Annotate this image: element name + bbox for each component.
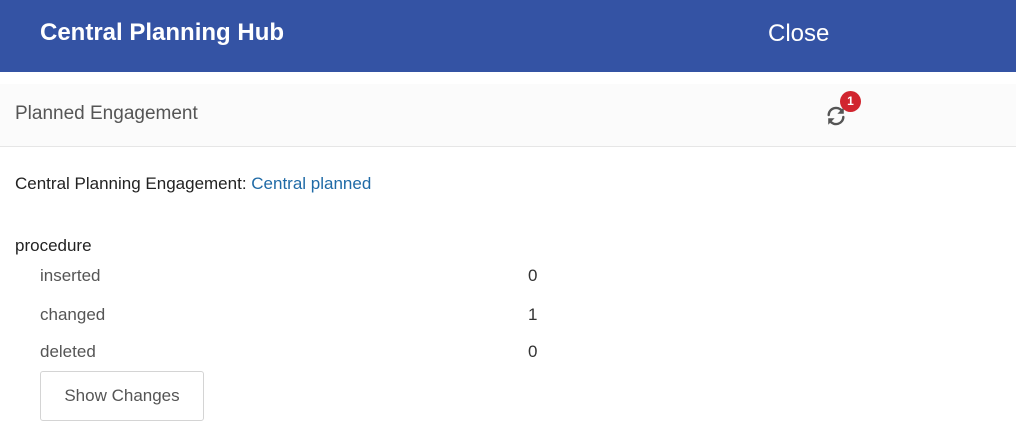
notification-badge: 1 xyxy=(840,91,861,112)
procedure-heading: procedure xyxy=(15,236,92,255)
engagement-label: Central Planning Engagement: xyxy=(15,174,252,193)
stat-row-changed: changed 1 xyxy=(40,305,560,329)
show-changes-button[interactable]: Show Changes xyxy=(40,371,204,421)
page-title: Central Planning Hub xyxy=(40,19,285,46)
header-bar: Central Planning Hub Close xyxy=(0,0,1016,72)
close-button[interactable]: Close xyxy=(756,14,841,54)
engagement-link[interactable]: Central planned xyxy=(251,174,371,193)
engagement-line: Central Planning Engagement: Central pla… xyxy=(15,174,371,194)
stat-label: deleted xyxy=(40,342,96,361)
stat-value: 0 xyxy=(528,342,538,361)
section-header: Planned Engagement xyxy=(0,84,1016,147)
stat-label: inserted xyxy=(40,266,101,285)
section-title: Planned Engagement xyxy=(15,103,198,124)
stat-label: changed xyxy=(40,305,106,324)
stat-row-deleted: deleted 0 xyxy=(40,342,560,366)
stat-value: 0 xyxy=(528,266,538,285)
stat-value: 1 xyxy=(528,305,538,324)
stat-row-inserted: inserted 0 xyxy=(40,266,560,290)
